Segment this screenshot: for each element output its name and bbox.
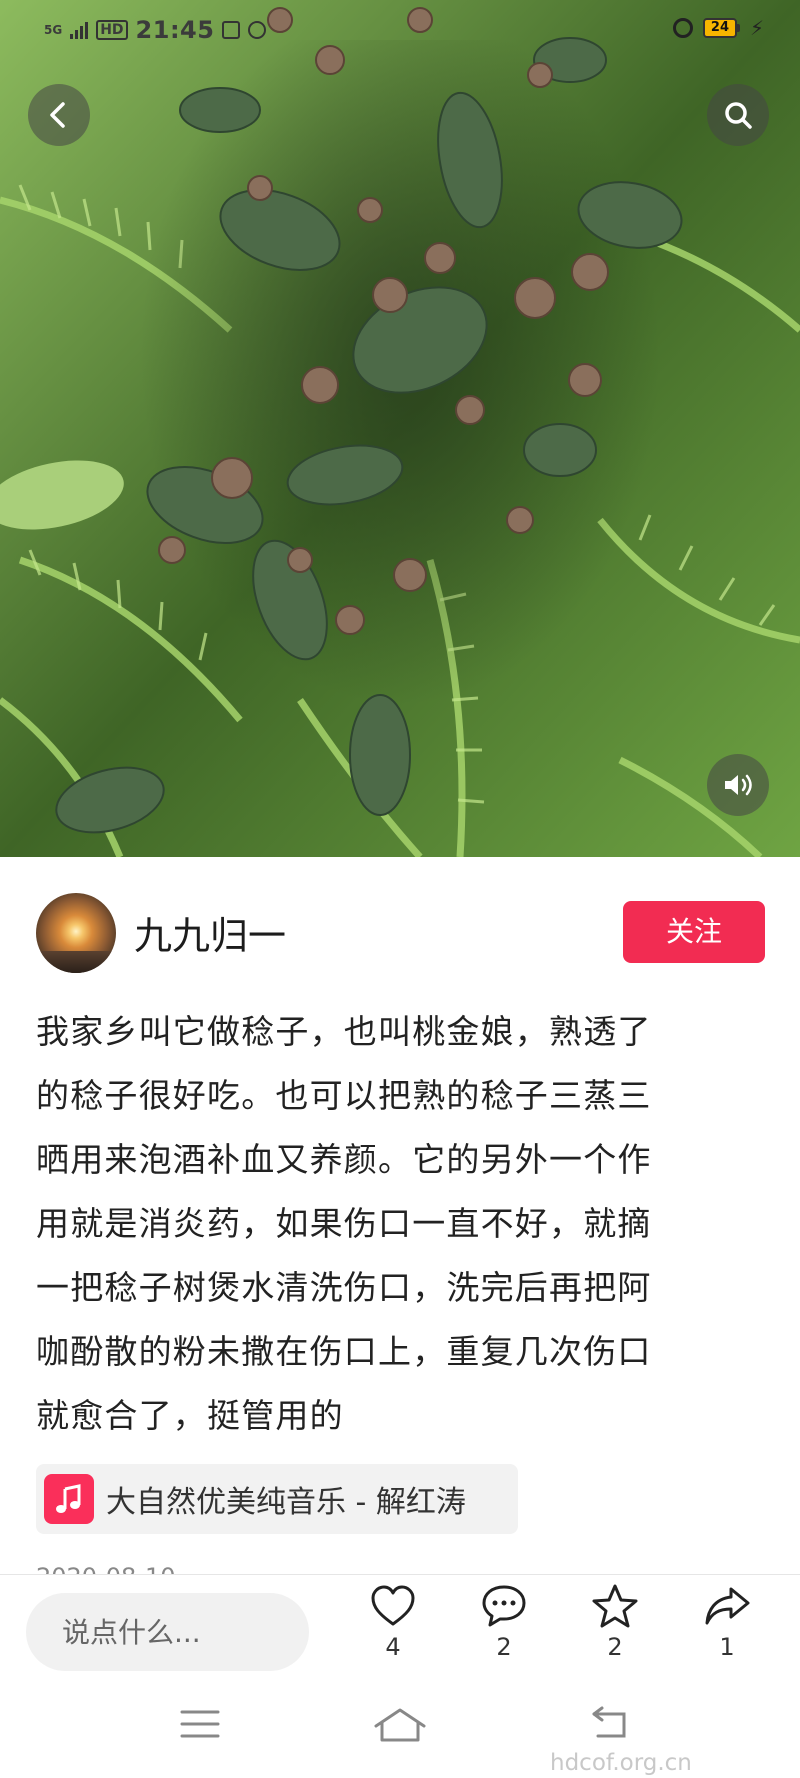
favorite-button[interactable]: 2 bbox=[570, 1583, 660, 1661]
status-time: 21:45 bbox=[135, 16, 215, 44]
author-row: 九九归一 关注 bbox=[36, 893, 765, 973]
author-name[interactable]: 九九归一 bbox=[134, 905, 286, 960]
post-line: 的稔子很好吃。也可以把熟的稔子三蒸三 bbox=[36, 1076, 652, 1115]
post-line: 一把稔子树煲水清洗伤口，洗完后再把阿 bbox=[36, 1268, 652, 1307]
battery-icon: 24 bbox=[702, 18, 740, 38]
share-button[interactable]: 1 bbox=[682, 1583, 772, 1661]
post-line: 咖酚散的粉未撒在伤口上，重复几次伤口 bbox=[36, 1332, 652, 1371]
comment-count: 2 bbox=[496, 1633, 512, 1661]
star-icon bbox=[592, 1584, 638, 1628]
hd-badge: HD bbox=[96, 20, 128, 40]
menu-icon bbox=[180, 1710, 220, 1738]
like-button[interactable]: 4 bbox=[348, 1583, 438, 1661]
home-icon bbox=[374, 1708, 426, 1742]
post-photo[interactable]: 5G HD 21:45 24 ⚡ bbox=[0, 0, 800, 857]
comment-input[interactable] bbox=[26, 1593, 309, 1671]
menu-button[interactable] bbox=[180, 1706, 220, 1746]
search-button[interactable] bbox=[707, 84, 769, 146]
alarm-icon bbox=[672, 18, 693, 38]
follow-button[interactable]: 关注 bbox=[623, 901, 765, 963]
share-arrow-icon bbox=[705, 1587, 750, 1625]
post-line: 就愈合了，挺管用的 bbox=[36, 1396, 344, 1435]
sound-icon bbox=[725, 774, 752, 796]
avatar[interactable] bbox=[36, 893, 116, 973]
signal-icon bbox=[70, 21, 89, 39]
comment-button[interactable]: 2 bbox=[459, 1583, 549, 1661]
battery-level: 24 bbox=[702, 18, 737, 38]
action-bar: 4 2 2 1 bbox=[0, 1574, 800, 1689]
comment-bubble-icon bbox=[482, 1585, 526, 1627]
music-title: 大自然优美纯音乐 - 解红涛 bbox=[106, 1485, 466, 1520]
post-line: 用就是消炎药，如果伤口一直不好，就摘 bbox=[36, 1204, 652, 1243]
charging-icon: ⚡ bbox=[749, 16, 764, 40]
watermark-text: hdcof.org.cn bbox=[550, 1750, 692, 1776]
app-notification-icon bbox=[248, 21, 267, 39]
favorite-count: 2 bbox=[607, 1633, 623, 1661]
status-bar: 5G HD 21:45 24 ⚡ bbox=[0, 0, 800, 62]
sound-toggle-button[interactable] bbox=[707, 754, 769, 816]
back-arrow-icon bbox=[50, 102, 65, 128]
nav-back-button[interactable] bbox=[588, 1706, 632, 1746]
like-count: 4 bbox=[385, 1633, 401, 1661]
music-tag[interactable]: 大自然优美纯音乐 - 解红涛 bbox=[36, 1464, 518, 1534]
network-label: 5G bbox=[44, 23, 63, 37]
gallery-notification-icon bbox=[222, 21, 241, 39]
post-line: 我家乡叫它做稔子，也叫桃金娘，熟透了 bbox=[36, 1012, 652, 1051]
search-icon bbox=[725, 102, 752, 129]
back-button[interactable] bbox=[28, 84, 90, 146]
share-count: 1 bbox=[719, 1633, 735, 1661]
post-body: 我家乡叫它做稔子，也叫桃金娘，熟透了 的稔子很好吃。也可以把熟的稔子三蒸三 晒用… bbox=[36, 1000, 746, 1448]
home-button[interactable] bbox=[372, 1706, 428, 1750]
return-icon bbox=[592, 1706, 626, 1738]
plant-photo-image bbox=[0, 0, 800, 857]
post-line: 晒用来泡酒补血又养颜。它的另外一个作 bbox=[36, 1140, 652, 1179]
music-note-icon bbox=[44, 1474, 94, 1524]
heart-icon bbox=[371, 1585, 415, 1626]
